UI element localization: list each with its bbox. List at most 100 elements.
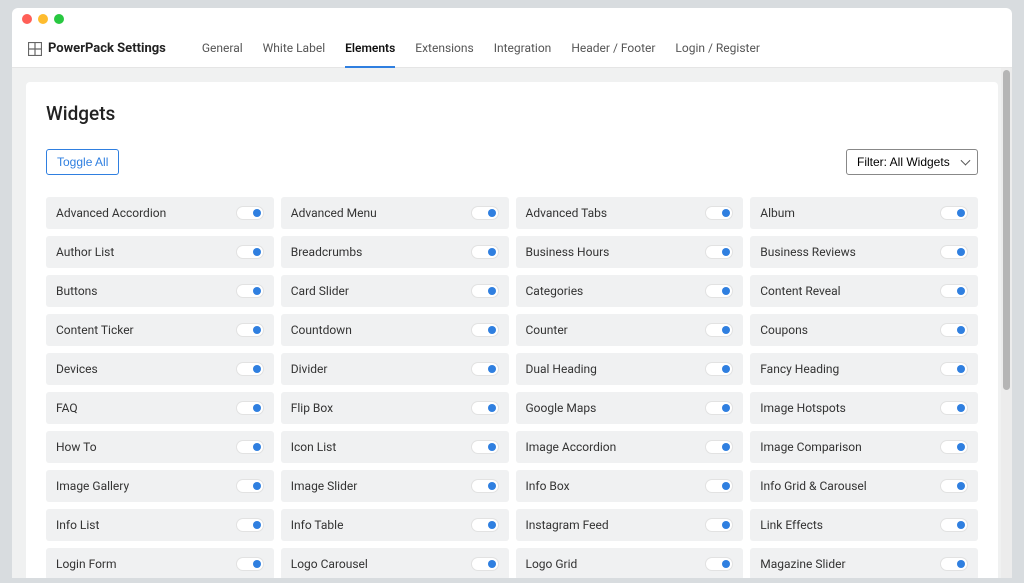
widget-label: Image Hotspots [760,401,846,415]
widget-label: Business Hours [526,245,610,259]
widget-label: Logo Carousel [291,557,368,571]
widget-toggle[interactable] [471,401,499,415]
widget-card: Image Comparison [750,431,978,463]
nav-tab[interactable]: Elements [345,30,395,68]
widget-label: Album [760,206,795,220]
toggle-all-button[interactable]: Toggle All [46,149,119,175]
widget-label: Content Ticker [56,323,134,337]
widget-toggle[interactable] [705,440,733,454]
widget-toggle[interactable] [236,557,264,571]
widget-toggle[interactable] [471,440,499,454]
logo-icon [28,42,42,56]
widget-toggle[interactable] [236,479,264,493]
widget-toggle[interactable] [705,479,733,493]
widget-card: FAQ [46,392,274,424]
widget-label: Info Table [291,518,344,532]
widget-label: Buttons [56,284,98,298]
widget-card: Logo Carousel [281,548,509,578]
widget-card: Login Form [46,548,274,578]
widget-card: Buttons [46,275,274,307]
nav-tab[interactable]: Extensions [415,30,473,68]
widget-toggle[interactable] [236,362,264,376]
widget-card: Advanced Menu [281,197,509,229]
section-title: Widgets [46,102,978,125]
widget-label: Image Accordion [526,440,617,454]
widget-toggle[interactable] [705,557,733,571]
maximize-icon[interactable] [54,14,64,24]
widget-card: Business Reviews [750,236,978,268]
widget-card: Info Table [281,509,509,541]
widget-toggle[interactable] [236,401,264,415]
widget-toggle[interactable] [940,362,968,376]
widget-label: Advanced Menu [291,206,377,220]
widget-card: Info List [46,509,274,541]
widget-toggle[interactable] [940,284,968,298]
widget-label: Info List [56,518,99,532]
widget-toggle[interactable] [236,245,264,259]
scrollbar-thumb[interactable] [1003,70,1010,390]
logo-block: PowerPack Settings [28,41,166,56]
filter-select[interactable]: Filter: All Widgets [846,149,978,175]
widget-toggle[interactable] [705,401,733,415]
widget-toggle[interactable] [471,323,499,337]
widget-card: Album [750,197,978,229]
filter-wrap: Filter: All Widgets [846,149,978,175]
widget-card: Image Hotspots [750,392,978,424]
widget-label: Card Slider [291,284,349,298]
widget-label: Icon List [291,440,337,454]
close-icon[interactable] [22,14,32,24]
topbar: PowerPack Settings General White Label Ele… [12,30,1012,68]
minimize-icon[interactable] [38,14,48,24]
widget-toggle[interactable] [471,245,499,259]
widget-toggle[interactable] [940,518,968,532]
nav-tab[interactable]: Header / Footer [571,30,655,68]
widget-toggle[interactable] [236,323,264,337]
widget-toggle[interactable] [940,401,968,415]
widget-toggle[interactable] [705,518,733,532]
nav-tab[interactable]: Integration [494,30,552,68]
widget-toggle[interactable] [471,362,499,376]
widget-toggle[interactable] [236,440,264,454]
widget-card: Divider [281,353,509,385]
widget-label: Logo Grid [526,557,578,571]
widget-toggle[interactable] [940,440,968,454]
widget-toggle[interactable] [705,206,733,220]
widget-label: Categories [526,284,584,298]
widget-card: Business Hours [516,236,744,268]
widget-toggle[interactable] [940,557,968,571]
nav-tabs: General White Label Elements Extensions Inte… [202,30,760,68]
widget-toggle[interactable] [471,284,499,298]
widget-card: Advanced Accordion [46,197,274,229]
widget-toggle[interactable] [471,479,499,493]
widget-card: Author List [46,236,274,268]
widget-label: How To [56,440,97,454]
widget-toggle[interactable] [705,245,733,259]
widget-toggle[interactable] [471,557,499,571]
widget-label: Advanced Tabs [526,206,608,220]
widget-toggle[interactable] [236,284,264,298]
nav-tab[interactable]: White Label [263,30,325,68]
widget-label: Info Box [526,479,570,493]
widget-toggle[interactable] [471,206,499,220]
content-wrap: Widgets Toggle All Filter: All Widgets A… [12,68,1012,578]
widget-toggle[interactable] [705,284,733,298]
nav-tab[interactable]: General [202,30,243,68]
widget-toggle[interactable] [940,323,968,337]
widget-toggle[interactable] [940,245,968,259]
widget-label: Login Form [56,557,117,571]
widget-toggle[interactable] [471,518,499,532]
widget-toggle[interactable] [705,323,733,337]
widget-card: Coupons [750,314,978,346]
widget-label: Business Reviews [760,245,856,259]
scrollbar-track[interactable] [1001,68,1012,578]
widget-toggle[interactable] [236,518,264,532]
widget-card: Fancy Heading [750,353,978,385]
widget-card: Categories [516,275,744,307]
widget-toggle[interactable] [236,206,264,220]
widget-toggle[interactable] [705,362,733,376]
widget-label: Author List [56,245,114,259]
widget-toggle[interactable] [940,206,968,220]
widget-label: Devices [56,362,98,376]
nav-tab[interactable]: Login / Register [675,30,759,68]
widget-toggle[interactable] [940,479,968,493]
